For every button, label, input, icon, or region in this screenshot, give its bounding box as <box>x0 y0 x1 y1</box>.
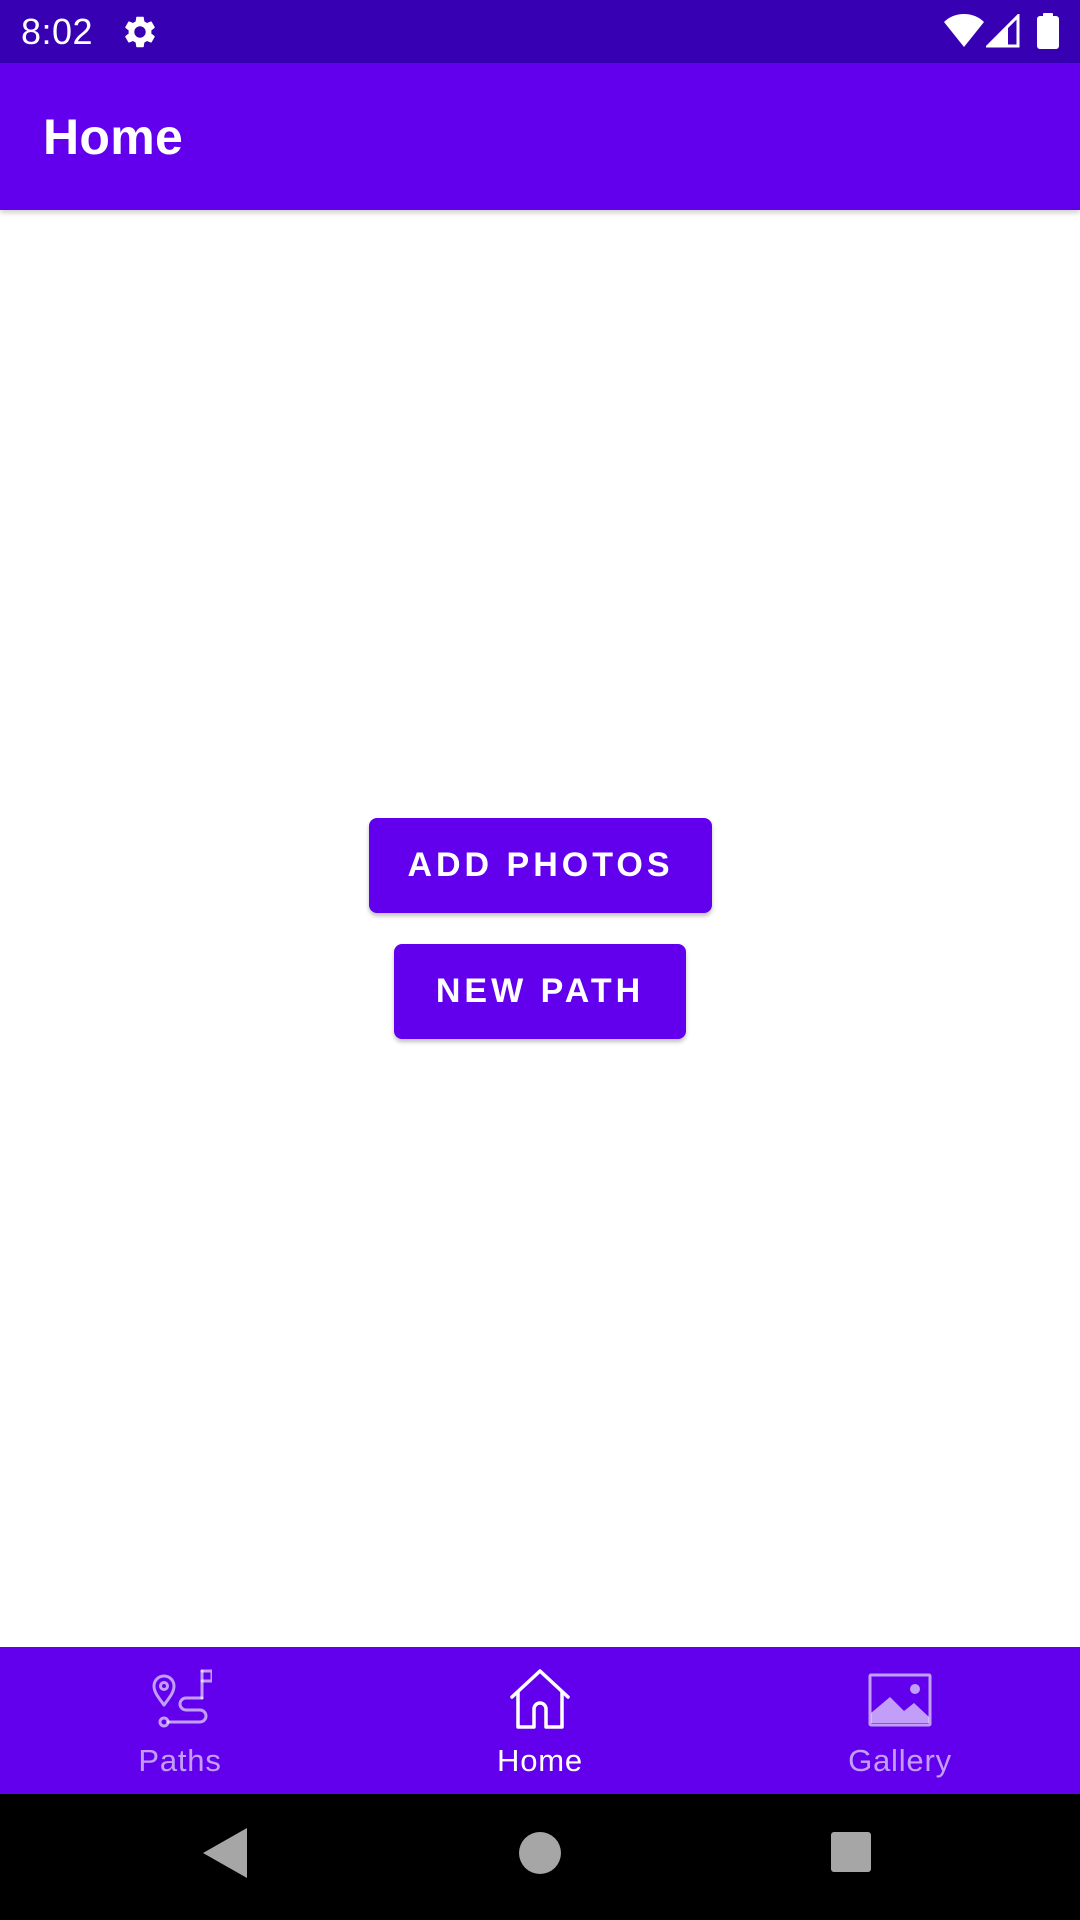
nav-label-home: Home <box>497 1743 583 1778</box>
app-bar: Home <box>0 63 1080 210</box>
status-time: 8:02 <box>21 11 94 52</box>
nav-label-paths: Paths <box>138 1743 222 1778</box>
battery-icon <box>1037 13 1059 49</box>
nav-label-gallery: Gallery <box>848 1743 952 1778</box>
signal-icon <box>986 14 1020 48</box>
nav-item-gallery[interactable]: Gallery <box>720 1647 1080 1794</box>
nav-item-paths[interactable]: Paths <box>0 1647 360 1794</box>
page-title: Home <box>43 109 184 165</box>
recents-icon[interactable] <box>831 1832 871 1872</box>
gear-icon <box>125 16 155 48</box>
status-bar: 8:02 <box>0 0 1080 63</box>
system-navigation-bar <box>0 1794 1080 1920</box>
home-icon <box>510 1669 570 1729</box>
image-icon <box>868 1673 932 1727</box>
home-circle-icon[interactable] <box>519 1832 561 1874</box>
new-path-button[interactable]: NEW PATH <box>394 944 686 1039</box>
screen: 8:02 Home ADD PHOTOS NEW PATH Paths Home… <box>0 0 1080 1920</box>
bottom-navigation: Paths Home Gallery <box>0 1647 1080 1794</box>
add-photos-button[interactable]: ADD PHOTOS <box>369 818 712 913</box>
back-icon[interactable] <box>203 1828 247 1878</box>
nav-item-home[interactable]: Home <box>360 1647 720 1794</box>
main-content: ADD PHOTOS NEW PATH <box>0 210 1080 1647</box>
wifi-icon <box>944 14 984 47</box>
route-icon <box>152 1669 212 1728</box>
